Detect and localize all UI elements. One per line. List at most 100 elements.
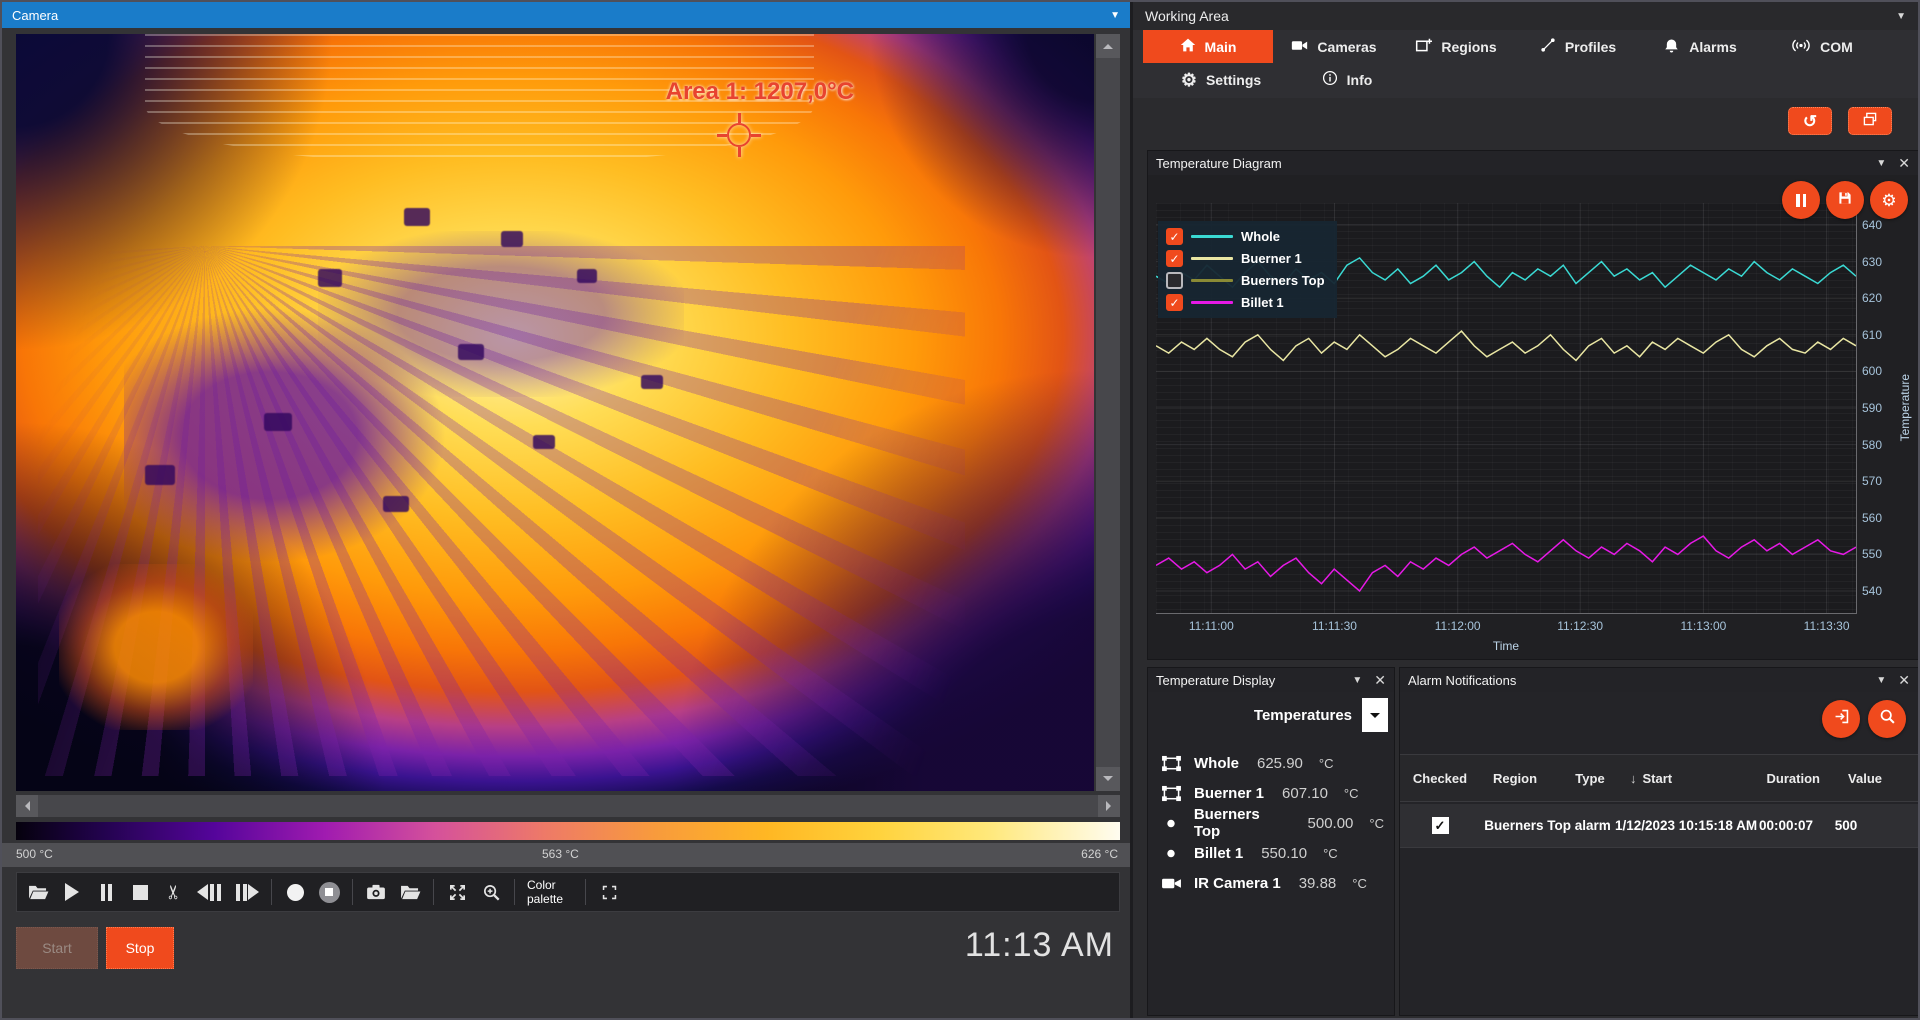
- profile-curve-icon: [1540, 37, 1556, 56]
- step-forward-icon[interactable]: [234, 878, 259, 906]
- legend-checkbox[interactable]: [1166, 272, 1183, 289]
- alarm-row-checkbox[interactable]: ✓: [1432, 817, 1449, 834]
- toolbar-divider: [433, 879, 434, 905]
- legend-item: ✓ Whole: [1166, 228, 1325, 245]
- temperature-row: Billet 1550.10°C: [1148, 838, 1394, 868]
- column-start[interactable]: ↓Start: [1630, 771, 1720, 786]
- play-icon[interactable]: [61, 878, 83, 906]
- alarm-notifications-header[interactable]: Alarm Notifications ▼ ✕: [1400, 668, 1918, 692]
- legend-checkbox[interactable]: ✓: [1166, 250, 1183, 267]
- pause-chart-button[interactable]: [1782, 181, 1820, 219]
- column-value[interactable]: Value: [1820, 771, 1882, 786]
- temperature-display-header[interactable]: Temperature Display ▼ ✕: [1148, 668, 1394, 692]
- legend-line-swatch: [1191, 257, 1233, 260]
- fullscreen-icon[interactable]: [598, 878, 620, 906]
- tab-profiles[interactable]: Profiles: [1517, 30, 1639, 63]
- alarm-start-cell: 1/12/2023 10:15:18 AM: [1615, 818, 1755, 833]
- chevron-down-icon[interactable]: ▼: [1896, 11, 1906, 22]
- alarm-checkbox-mark: ✓: [1435, 818, 1446, 834]
- tab-settings[interactable]: ⚙ Settings: [1165, 63, 1277, 96]
- close-icon[interactable]: ✕: [1898, 673, 1910, 687]
- scale-min-label: 500 °C: [16, 847, 53, 861]
- stop-button[interactable]: Stop: [106, 927, 174, 969]
- alarm-duration-cell: 00:00:07: [1755, 818, 1817, 833]
- legend-checkbox[interactable]: ✓: [1166, 228, 1183, 245]
- legend-item: ✓Billet 1: [1166, 294, 1325, 311]
- open-file-icon[interactable]: [27, 878, 49, 906]
- legend-label: Whole: [1241, 229, 1280, 244]
- temperature-row: IR Camera 139.88°C: [1148, 868, 1394, 898]
- alarm-table-row[interactable]: ✓ Buerners Top alarm 1/12/2023 10:15:18 …: [1400, 804, 1918, 848]
- open-folder-icon[interactable]: [399, 878, 421, 906]
- pause-icon[interactable]: [95, 878, 117, 906]
- column-type[interactable]: Type: [1550, 771, 1630, 786]
- snapshot-icon[interactable]: [365, 878, 387, 906]
- scroll-up-button[interactable]: [1096, 34, 1120, 58]
- save-icon: [1837, 190, 1853, 211]
- chevron-down-icon[interactable]: ▼: [1876, 675, 1886, 686]
- legend-line-swatch: [1191, 235, 1233, 238]
- save-chart-button[interactable]: [1826, 181, 1864, 219]
- close-icon[interactable]: ✕: [1898, 156, 1910, 170]
- legend-item: ✓Buerner 1: [1166, 250, 1325, 267]
- series-line-buerner-1: [1156, 331, 1856, 360]
- camera-titlebar[interactable]: Camera ▼: [2, 2, 1130, 28]
- column-checked[interactable]: Checked: [1400, 771, 1480, 786]
- record-stop-icon[interactable]: [318, 878, 340, 906]
- close-icon[interactable]: ✕: [1374, 673, 1386, 687]
- working-area-panel: Working Area ▼ Main Cameras: [1130, 2, 1918, 1018]
- horizontal-scrollbar[interactable]: [16, 795, 1120, 817]
- tab-cameras[interactable]: Cameras: [1273, 30, 1395, 63]
- temperature-row-value: 550.10: [1261, 845, 1307, 862]
- working-area-header[interactable]: Working Area ▼: [1133, 2, 1918, 30]
- y-tick-label: 560: [1862, 511, 1882, 525]
- column-duration[interactable]: Duration: [1720, 771, 1820, 786]
- cut-record-icon[interactable]: ✂: [160, 881, 188, 903]
- alarm-notifications-panel: Alarm Notifications ▼ ✕: [1399, 667, 1919, 1016]
- export-icon: [1833, 708, 1850, 730]
- history-restore-icon: ↺: [1803, 113, 1817, 130]
- export-alarms-button[interactable]: [1822, 700, 1860, 738]
- search-icon: [1879, 708, 1896, 730]
- chevron-down-icon[interactable]: ▼: [1110, 10, 1120, 21]
- scroll-left-button[interactable]: [16, 795, 38, 817]
- alarm-value-cell: 500: [1817, 818, 1875, 833]
- region-add-icon: [1415, 37, 1432, 57]
- current-time-label: 11:13 AM: [965, 926, 1114, 965]
- chevron-down-icon[interactable]: ▼: [1876, 158, 1886, 169]
- legend-checkbox[interactable]: ✓: [1166, 294, 1183, 311]
- start-button[interactable]: Start: [16, 927, 98, 969]
- x-tick-label: 11:13:00: [1680, 619, 1726, 633]
- temperature-diagram-panel: Temperature Diagram ▼ ✕ ✓ Whole ✓Buerner 1…: [1147, 150, 1919, 660]
- tab-main[interactable]: Main: [1143, 30, 1273, 63]
- temperature-row-name: IR Camera 1: [1194, 875, 1281, 892]
- search-alarms-button[interactable]: [1868, 700, 1906, 738]
- chart-settings-button[interactable]: ⚙: [1870, 181, 1908, 219]
- chevron-down-icon[interactable]: ▼: [1352, 675, 1362, 686]
- color-palette-button[interactable]: Color palette: [527, 878, 573, 906]
- scroll-down-button[interactable]: [1096, 767, 1120, 791]
- chart-y-axis-labels: 540550560570580590600610620630640: [1862, 203, 1900, 613]
- cascade-windows-button[interactable]: [1848, 107, 1892, 135]
- vertical-scrollbar[interactable]: [1096, 34, 1120, 791]
- alarm-notifications-body: Checked Region Type ↓Start Duration Valu…: [1400, 692, 1918, 1015]
- step-backward-icon[interactable]: [197, 878, 222, 906]
- cascade-windows-icon: [1862, 111, 1878, 132]
- x-tick-label: 11:12:30: [1557, 619, 1603, 633]
- thermal-video-view[interactable]: Area 1: 1207,0°C: [16, 34, 1094, 791]
- restore-layout-button[interactable]: ↺: [1788, 107, 1832, 135]
- record-icon[interactable]: [284, 878, 306, 906]
- temperatures-dropdown-button[interactable]: [1362, 698, 1388, 732]
- stop-icon[interactable]: [129, 878, 151, 906]
- y-tick-label: 620: [1862, 291, 1882, 305]
- scroll-right-button[interactable]: [1098, 795, 1120, 817]
- tab-info[interactable]: Info: [1299, 63, 1395, 96]
- fit-to-window-icon[interactable]: [446, 878, 468, 906]
- zoom-in-icon[interactable]: [480, 878, 502, 906]
- temperature-diagram-header[interactable]: Temperature Diagram ▼ ✕: [1148, 151, 1918, 175]
- tab-regions[interactable]: Regions: [1395, 30, 1517, 63]
- tab-alarms[interactable]: Alarms: [1639, 30, 1761, 63]
- tab-com[interactable]: COM: [1761, 30, 1883, 63]
- region-icon: [1158, 755, 1184, 772]
- column-region[interactable]: Region: [1480, 771, 1550, 786]
